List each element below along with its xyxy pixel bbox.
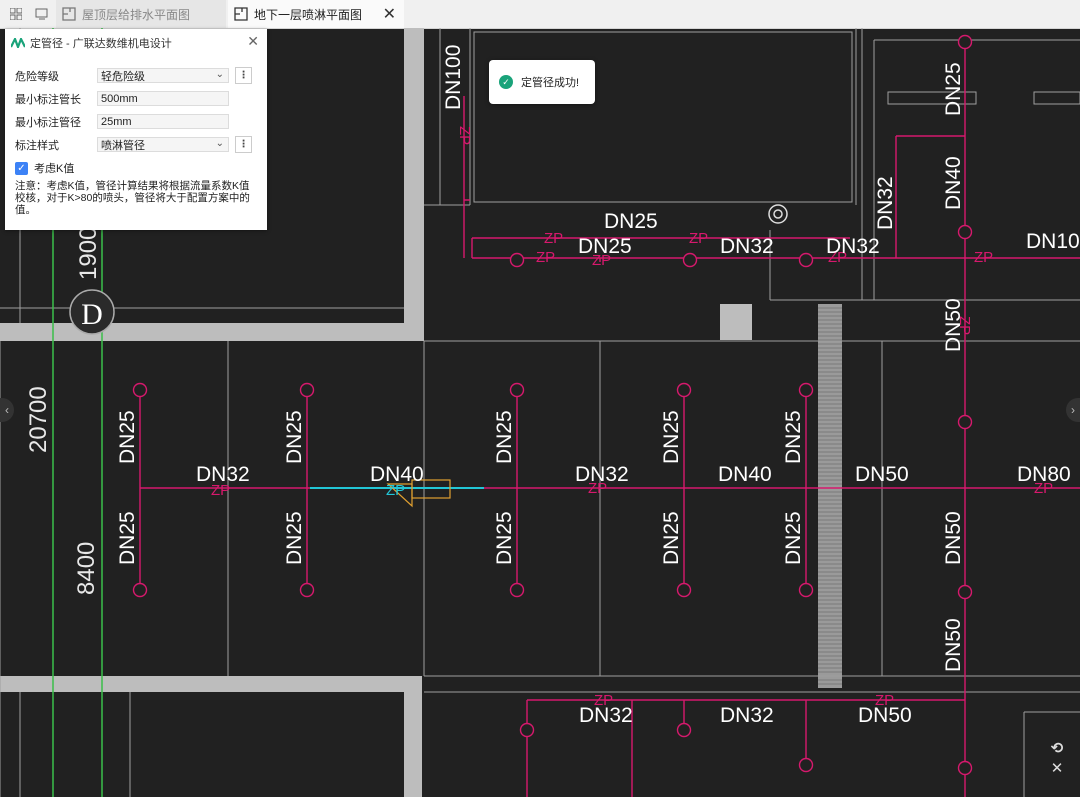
svg-text:DN32: DN32 bbox=[720, 235, 774, 258]
svg-text:DN25: DN25 bbox=[578, 235, 632, 258]
svg-text:DN25: DN25 bbox=[782, 511, 805, 565]
svg-text:DN50: DN50 bbox=[942, 298, 965, 352]
dialog-note: 注意：考虑K值，管径计算结果将根据流量系数K值校核，对于K>80的喷头，管径将大… bbox=[15, 180, 250, 216]
svg-text:DN50: DN50 bbox=[858, 704, 912, 727]
grid-label-d: D bbox=[81, 298, 103, 331]
svg-text:DN50: DN50 bbox=[942, 618, 965, 672]
min-pipe-length-label: 最小标注管长 bbox=[15, 93, 81, 106]
dim-20700: 20700 bbox=[25, 386, 52, 453]
close-view-icon[interactable]: ✕ bbox=[1046, 758, 1068, 778]
riser-symbol bbox=[768, 204, 788, 224]
svg-text:DN40: DN40 bbox=[370, 463, 424, 486]
svg-text:DN32: DN32 bbox=[826, 235, 880, 258]
min-pipe-diameter-label: 最小标注管径 bbox=[15, 116, 81, 129]
consider-k-label: 考虑K值 bbox=[34, 163, 75, 175]
svg-text:DN32: DN32 bbox=[720, 704, 774, 727]
svg-text:DN32: DN32 bbox=[196, 463, 250, 486]
consider-k-checkbox[interactable]: ✓ 考虑K值 bbox=[15, 160, 74, 176]
floorplan-icon bbox=[232, 5, 250, 23]
label-style-label: 标注样式 bbox=[15, 139, 59, 152]
svg-text:DN40: DN40 bbox=[942, 156, 965, 210]
min-pipe-diameter-input[interactable]: 25mm bbox=[97, 114, 229, 129]
svg-text:DN25: DN25 bbox=[116, 410, 139, 464]
dialog-title: 定管径 - 广联达数维机电设计 bbox=[11, 35, 172, 51]
svg-text:DN50: DN50 bbox=[855, 463, 909, 486]
dialog-close-icon[interactable]: ✕ bbox=[247, 34, 259, 48]
svg-text:DN25: DN25 bbox=[283, 511, 306, 565]
svg-text:DN25: DN25 bbox=[782, 410, 805, 464]
grid-bubble-d: D bbox=[69, 289, 115, 335]
hazard-level-more-button[interactable]: ⋮ bbox=[235, 67, 252, 84]
hazard-level-label: 危险等级 bbox=[15, 70, 59, 83]
svg-text:DN25: DN25 bbox=[493, 511, 516, 565]
hazard-level-select[interactable]: 轻危险级 ⌄ bbox=[97, 68, 229, 83]
chevron-down-icon: ⌄ bbox=[215, 69, 224, 80]
success-toast: ✓ 定管径成功! bbox=[489, 60, 595, 104]
svg-text:DN25: DN25 bbox=[942, 62, 965, 116]
success-check-icon: ✓ bbox=[499, 75, 513, 89]
switch-view-icon[interactable] bbox=[32, 4, 52, 24]
svg-text:DN32: DN32 bbox=[874, 176, 897, 230]
label-style-row: 标注样式 喷淋管径 ⌄ ⋮ bbox=[15, 136, 252, 153]
svg-text:DN25: DN25 bbox=[660, 410, 683, 464]
svg-text:ZP: ZP bbox=[536, 249, 555, 266]
svg-text:ZP: ZP bbox=[456, 126, 473, 145]
svg-text:DN25: DN25 bbox=[283, 410, 306, 464]
svg-text:DN32: DN32 bbox=[575, 463, 629, 486]
hazard-level-row: 危险等级 轻危险级 ⌄ ⋮ bbox=[15, 67, 252, 84]
label-style-select[interactable]: 喷淋管径 ⌄ bbox=[97, 137, 229, 152]
size-pipe-dialog: 定管径 - 广联达数维机电设计 ✕ 危险等级 轻危险级 ⌄ ⋮ 最小标注管长 50… bbox=[5, 29, 267, 230]
hatch bbox=[818, 307, 842, 685]
svg-text:DN100: DN100 bbox=[442, 45, 465, 110]
min-pipe-length-row: 最小标注管长 500mm bbox=[15, 90, 229, 107]
tab-bar: 屋顶层给排水平面图 地下一层喷淋平面图 ✕ bbox=[0, 0, 1080, 29]
dim-8400: 8400 bbox=[73, 542, 100, 595]
min-pipe-length-input[interactable]: 500mm bbox=[97, 91, 229, 106]
svg-text:DN25: DN25 bbox=[493, 410, 516, 464]
floorplan-icon bbox=[60, 5, 78, 23]
app-logo-icon bbox=[11, 38, 25, 48]
svg-text:DN25: DN25 bbox=[116, 511, 139, 565]
min-pipe-diameter-row: 最小标注管径 25mm bbox=[15, 113, 229, 130]
chevron-down-icon: ⌄ bbox=[215, 138, 224, 149]
toast-message: 定管径成功! bbox=[521, 77, 580, 89]
svg-text:ZP: ZP bbox=[689, 230, 708, 247]
tab-label: 地下一层喷淋平面图 bbox=[254, 7, 363, 22]
tab-label: 屋顶层给排水平面图 bbox=[82, 7, 191, 22]
svg-text:DN25: DN25 bbox=[660, 511, 683, 565]
svg-text:DN50: DN50 bbox=[942, 511, 965, 565]
svg-text:DN80: DN80 bbox=[1017, 463, 1071, 486]
svg-text:ZP: ZP bbox=[544, 230, 563, 247]
label-style-more-button[interactable]: ⋮ bbox=[235, 136, 252, 153]
svg-text:DN100: DN100 bbox=[1026, 230, 1080, 253]
tab-basement-sprinkler[interactable]: 地下一层喷淋平面图 ✕ bbox=[228, 0, 404, 28]
svg-text:DN25: DN25 bbox=[604, 210, 658, 233]
svg-text:DN32: DN32 bbox=[579, 704, 633, 727]
grid-menu-icon[interactable] bbox=[6, 4, 26, 24]
tab-roof-drainage[interactable]: 屋顶层给排水平面图 bbox=[56, 0, 226, 28]
undo-view-icon[interactable]: ⟲ bbox=[1046, 738, 1068, 758]
checkmark-icon: ✓ bbox=[15, 161, 28, 175]
dim-1900: 1900 bbox=[75, 227, 102, 280]
dimensions: 1900 20700 8400 bbox=[25, 227, 102, 595]
svg-text:DN40: DN40 bbox=[718, 463, 772, 486]
close-tab-icon[interactable]: ✕ bbox=[383, 4, 396, 24]
svg-text:ZP: ZP bbox=[974, 249, 993, 266]
